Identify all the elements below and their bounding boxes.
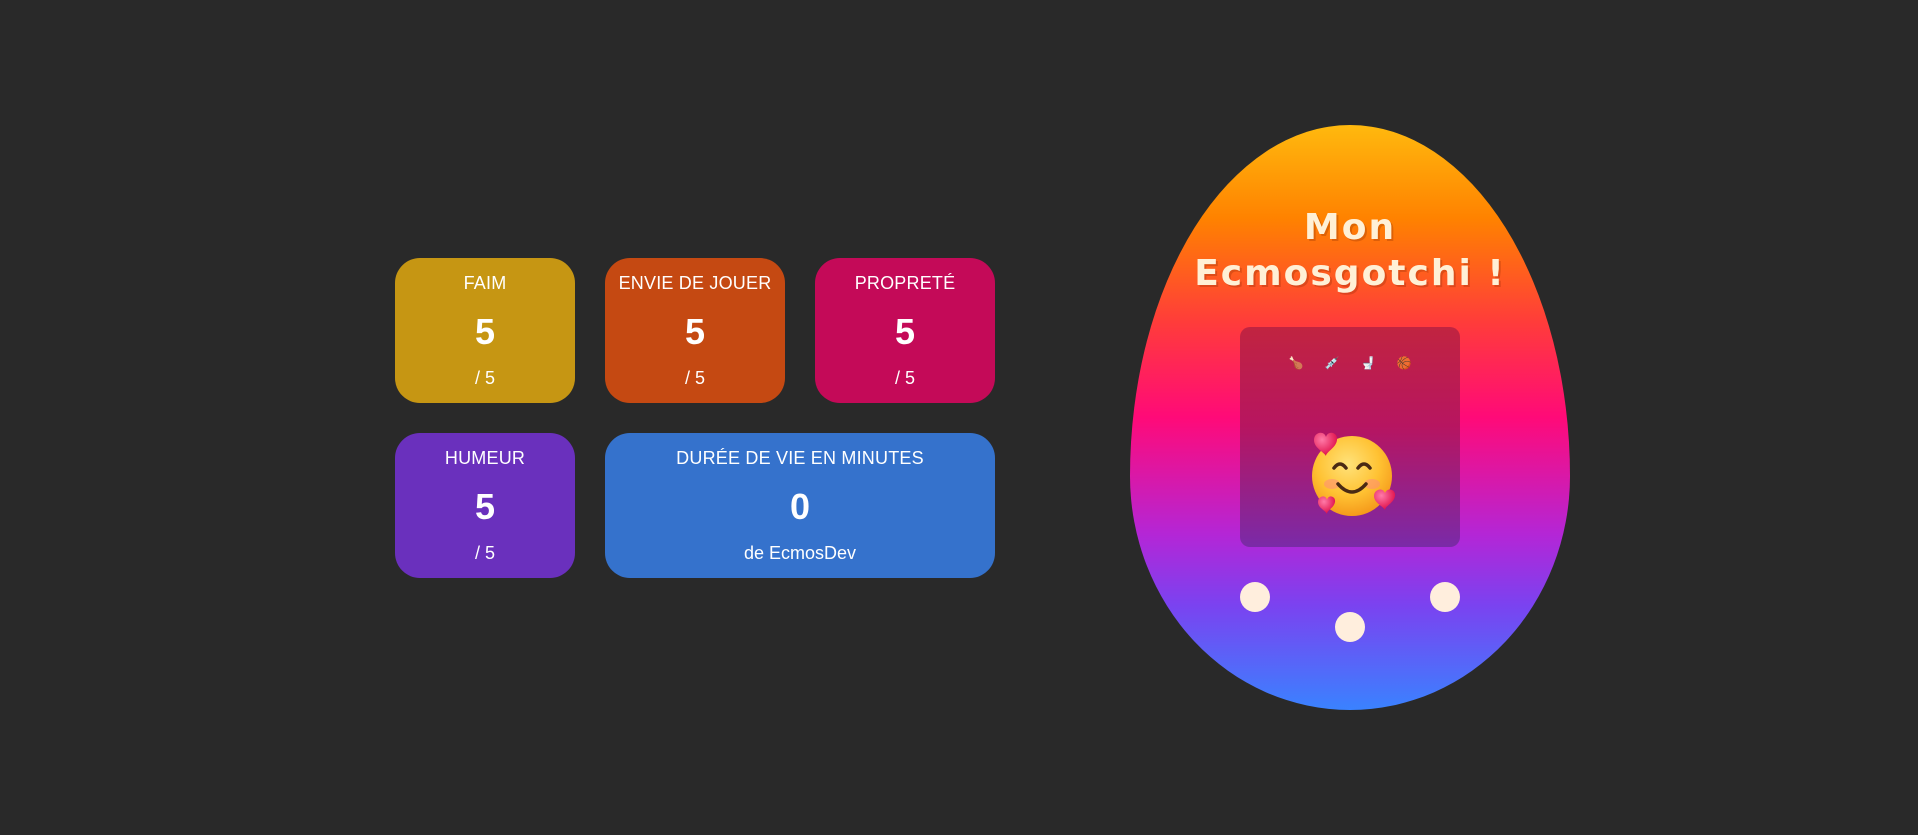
pet-screen: 🍗 💉 🚽 🏀: [1240, 327, 1460, 547]
stat-max: / 5: [894, 368, 915, 388]
right-button[interactable]: [1430, 582, 1460, 612]
stat-max: / 5: [474, 368, 495, 388]
stat-value: 5: [894, 311, 916, 352]
drumstick-icon[interactable]: 🍗: [1288, 355, 1304, 371]
stat-card-humeur: HUMEUR 5 / 5: [395, 433, 575, 578]
stat-value: 5: [474, 311, 496, 352]
syringe-icon[interactable]: 💉: [1324, 355, 1340, 371]
stat-label: ENVIE DE JOUER: [618, 273, 772, 293]
stat-value: 5: [684, 311, 706, 352]
egg-title-line2: Ecmosgotchi !: [1194, 253, 1506, 294]
stat-label: DURÉE DE VIE EN MINUTES: [676, 448, 924, 468]
stat-max: / 5: [684, 368, 705, 388]
stat-max: / 5: [474, 543, 495, 563]
stat-card-duree-de-vie: DURÉE DE VIE EN MINUTES 0 de EcmosDev: [605, 433, 995, 578]
tamagotchi-egg: Mon Ecmosgotchi ! 🍗 💉 🚽 🏀: [1130, 125, 1570, 710]
stat-card-envie-de-jouer: ENVIE DE JOUER 5 / 5: [605, 258, 785, 403]
middle-button[interactable]: [1335, 612, 1365, 642]
stat-card-proprete: PROPRETÉ 5 / 5: [815, 258, 995, 403]
stat-label: FAIM: [463, 273, 507, 293]
stat-card-faim: FAIM 5 / 5: [395, 258, 575, 403]
smiling-face-with-hearts-icon: [1312, 432, 1396, 516]
stat-label: PROPRETÉ: [854, 273, 956, 293]
egg-title-line1: Mon: [1303, 207, 1397, 248]
stat-label: HUMEUR: [444, 448, 526, 468]
stat-value: 0: [789, 486, 811, 527]
left-button[interactable]: [1240, 582, 1270, 612]
action-toolbar: 🍗 💉 🚽 🏀: [1240, 355, 1460, 371]
egg-title: Mon Ecmosgotchi !: [1130, 205, 1570, 297]
toilet-icon[interactable]: 🚽: [1360, 355, 1376, 371]
ball-icon[interactable]: 🏀: [1396, 355, 1412, 371]
stat-value: 5: [474, 486, 496, 527]
stat-author: de EcmosDev: [743, 543, 857, 563]
